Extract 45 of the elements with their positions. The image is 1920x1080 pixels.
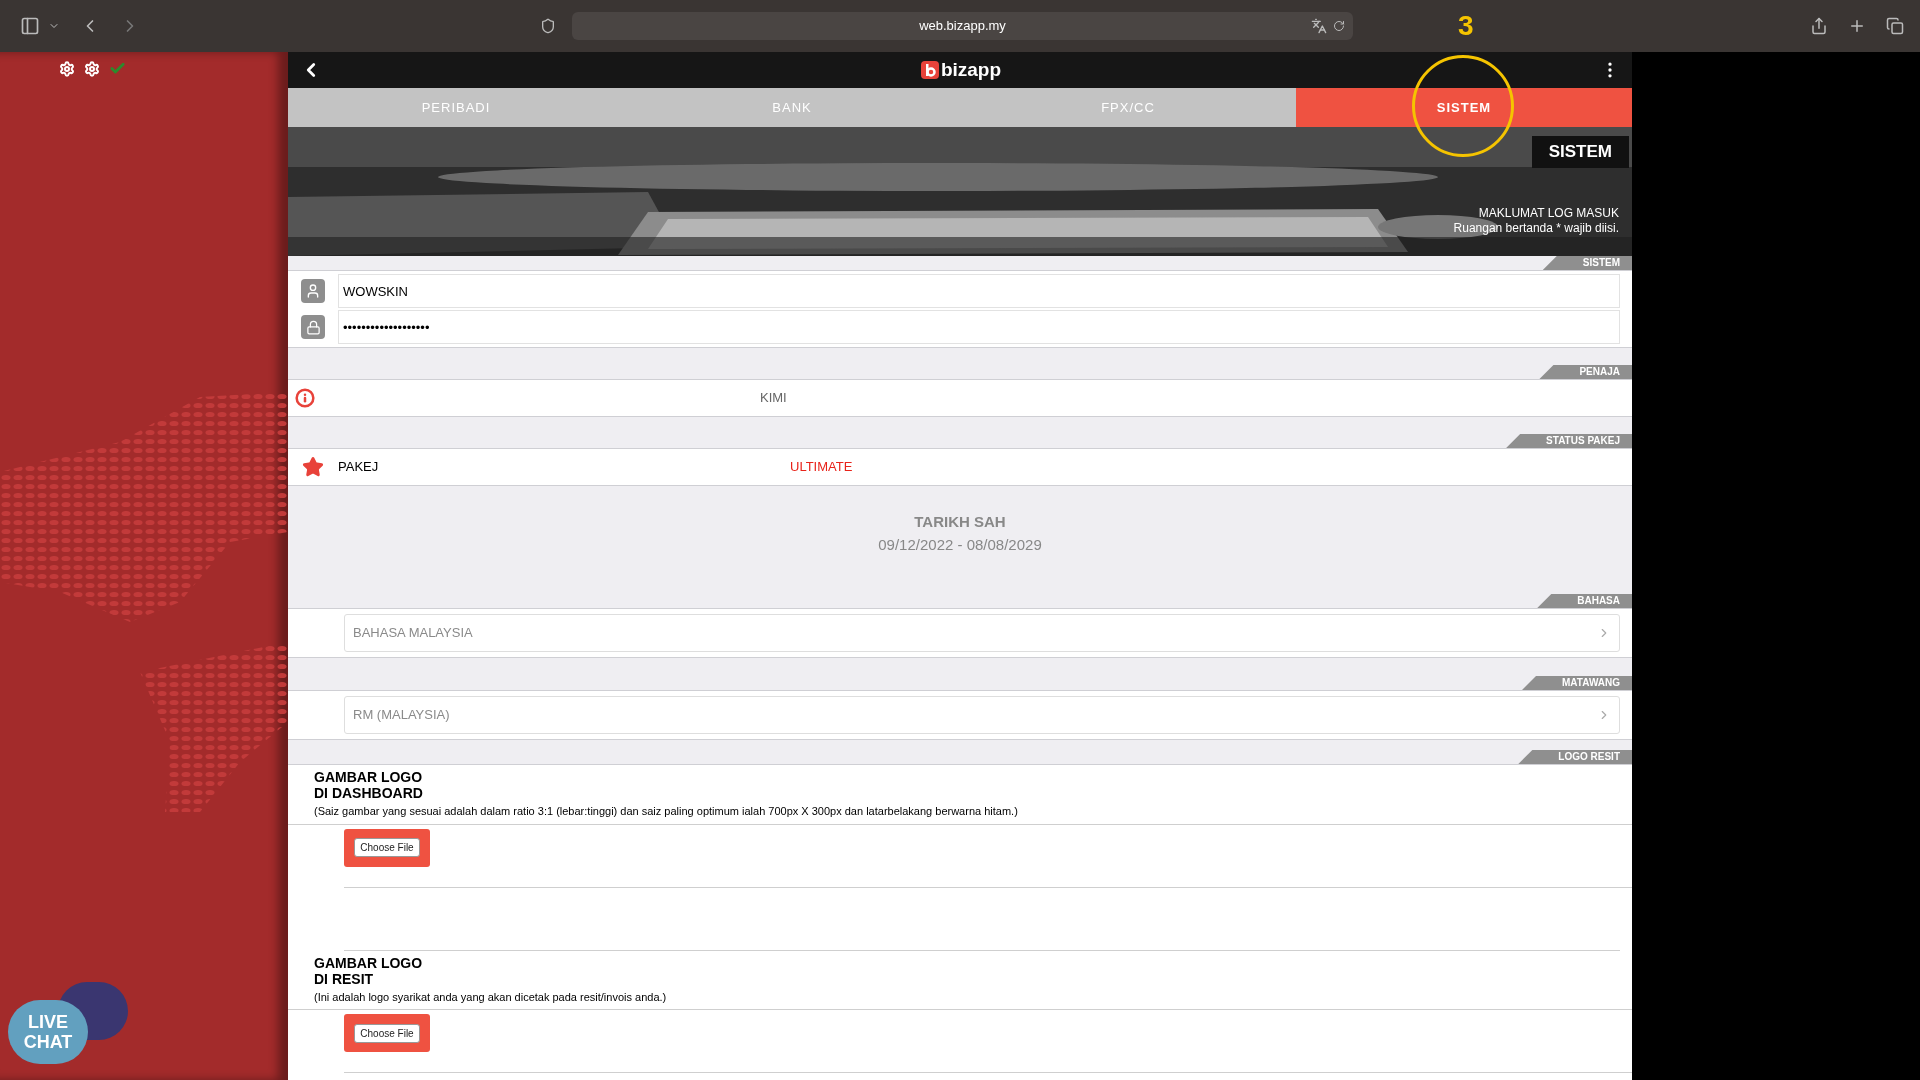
package-value: ULTIMATE: [790, 458, 853, 477]
lock-icon: [301, 315, 325, 339]
username-field[interactable]: WOWSKIN: [338, 274, 1620, 308]
section-tag: SISTEM: [1542, 256, 1632, 270]
step-number: 3: [1458, 9, 1474, 43]
check-icon[interactable]: [109, 60, 126, 77]
upload-button[interactable]: Choose File: [344, 828, 430, 867]
sidebar-toggle-icon[interactable]: [20, 16, 40, 36]
sponsor-name: KIMI: [760, 389, 787, 408]
logo-mark-icon: [920, 61, 939, 79]
info-icon: [295, 388, 315, 408]
gear-icon[interactable]: [59, 60, 75, 77]
new-tab-icon[interactable]: [1848, 17, 1866, 35]
package-label: PAKEJ: [338, 458, 380, 477]
section-tag: BAHASA: [1537, 594, 1632, 608]
translate-icon[interactable]: [1311, 18, 1327, 34]
password-field[interactable]: •••••••••••••••••••: [338, 310, 1620, 344]
share-icon[interactable]: [1810, 17, 1828, 35]
tabs-icon[interactable]: [1886, 17, 1904, 35]
upload-hint: (Ini adalah logo syarikat anda yang akan dicetak pada resit/invois anda.): [314, 989, 668, 1005]
logo: bizapp: [920, 55, 1002, 85]
upload-hint: (Saiz gambar yang sesuai adalah dalam ratio 3:1 (lebar:tinggi) dan saiz paling optimum ialah 700px X 300px dan latarbelakang berwarna hitam.): [314, 804, 1019, 819]
gear-icon[interactable]: [84, 60, 100, 77]
banner-badge: SISTEM: [1531, 136, 1629, 168]
select-field[interactable]: BAHASA MALAYSIA: [344, 614, 1620, 652]
select-field[interactable]: RM (MALAYSIA): [344, 696, 1620, 734]
banner-title: MAKLUMAT LOG MASUK: [1477, 206, 1619, 221]
section-tag: STATUS PAKEJ: [1506, 434, 1632, 448]
choose-file-button[interactable]: Choose File: [354, 1023, 420, 1043]
tab[interactable]: SISTEM: [1296, 88, 1632, 127]
section-tag: PENAJA: [1539, 365, 1632, 379]
upload-title: GAMBAR LOGO DI RESIT: [314, 954, 424, 987]
address-bar[interactable]: web.bizapp.my: [572, 12, 1353, 40]
upload-button[interactable]: Choose File: [344, 1014, 430, 1052]
section-tag: MATAWANG: [1522, 676, 1632, 690]
upload-title: GAMBAR LOGO DI DASHBOARD: [314, 769, 424, 801]
choose-file-button[interactable]: Choose File: [354, 838, 420, 857]
banner-note: Ruangan bertanda * wajib diisi.: [1453, 221, 1619, 236]
star-icon: [302, 456, 324, 478]
user-icon: [301, 279, 325, 303]
reload-icon[interactable]: [1333, 20, 1345, 32]
section-tag: LOGO RESIT: [1518, 750, 1632, 764]
validity-title: TARIKH SAH: [914, 512, 1006, 532]
shield-icon[interactable]: [540, 18, 556, 34]
validity-dates: 09/12/2022 - 08/08/2029: [878, 534, 1042, 555]
